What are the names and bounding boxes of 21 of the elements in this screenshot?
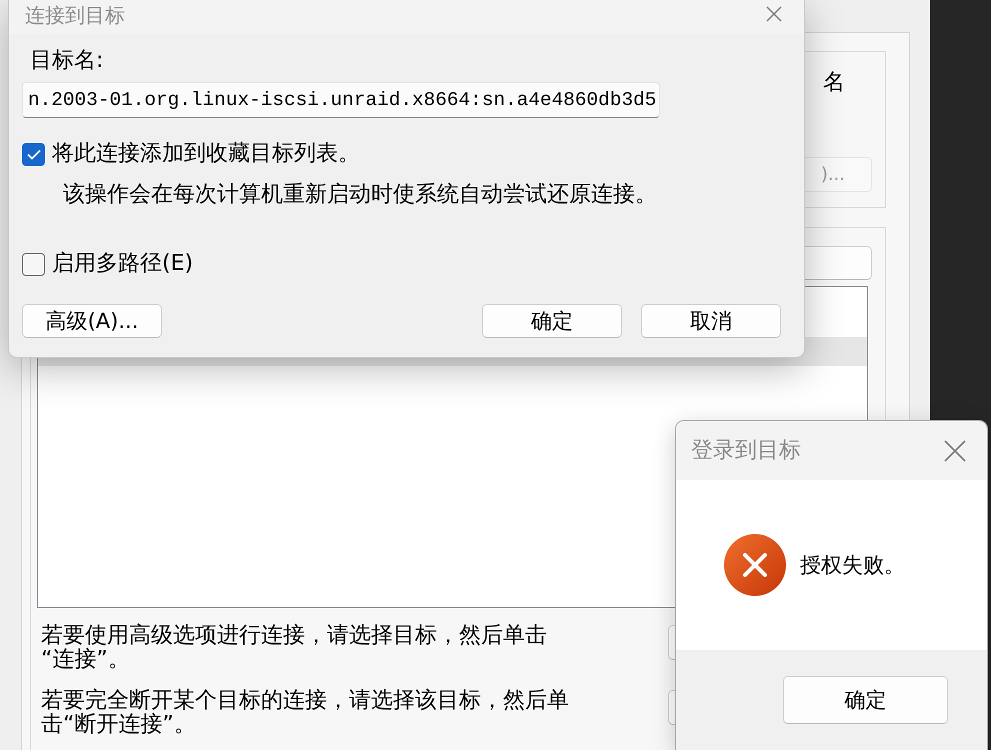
cancel-button[interactable]: 取消	[641, 304, 781, 338]
close-icon[interactable]	[766, 6, 782, 22]
message-text: 授权失败。	[800, 552, 905, 578]
error-icon	[724, 534, 786, 596]
ok-button[interactable]: 确定	[783, 676, 948, 724]
input-field[interactable]: n.2003-01.org.linux-iscsi.unraid.x8664:sn.a4e4860db3d5	[22, 82, 660, 118]
field-label: 名	[823, 70, 845, 95]
window-title: 连接到目标	[25, 3, 125, 27]
close-icon[interactable]	[944, 440, 966, 462]
hint-text: 若要完全断开某个目标的连接，请选择该目标，然后单 击“断开连接”。	[41, 689, 570, 737]
window-title: 登录到目标	[691, 438, 801, 464]
ok-button[interactable]: 确定	[482, 304, 622, 338]
field-label: 目标名:	[30, 48, 104, 74]
checkbox-label: 启用多路径(E)	[52, 251, 194, 277]
check-icon	[26, 148, 40, 160]
note-text: 该操作会在每次计算机重新启动时使系统自动尝试还原连接。	[63, 182, 657, 208]
advanced-button[interactable]: 高级(A)...	[22, 304, 162, 338]
hint-text: 若要使用高级选项进行连接，请选择目标，然后单击 “连接”。	[41, 624, 548, 672]
checkbox[interactable]	[22, 142, 45, 166]
checkbox[interactable]	[22, 252, 45, 276]
checkbox-label: 将此连接添加到收藏目标列表。	[52, 141, 360, 167]
